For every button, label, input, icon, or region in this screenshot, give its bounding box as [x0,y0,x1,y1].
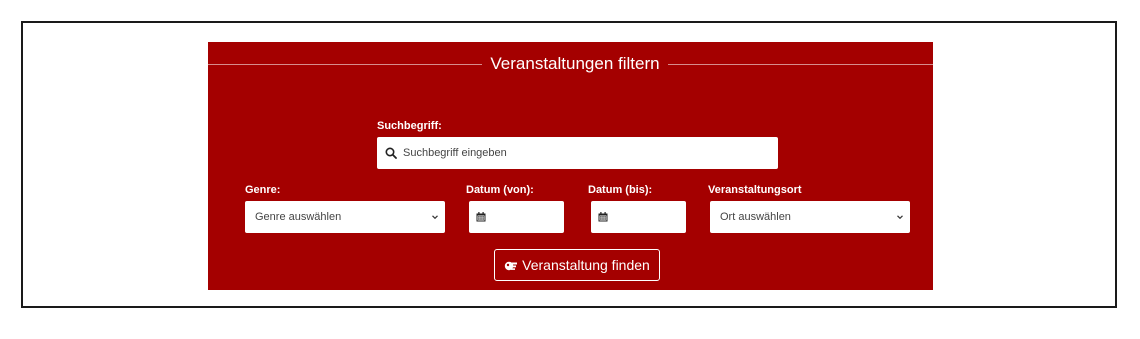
genre-select[interactable]: Genre auswählen [245,201,445,233]
genre-label: Genre: [245,184,281,196]
chevron-down-icon [430,212,440,222]
date-from-label: Datum (von): [466,184,534,196]
venue-selected-value: Ort auswählen [720,211,791,223]
calendar-icon [598,212,608,222]
search-label: Suchbegriff: [377,120,442,132]
find-event-button[interactable]: Veranstaltung finden [494,249,660,281]
chevron-down-icon [895,212,905,222]
genre-selected-value: Genre auswählen [255,211,342,223]
search-icon [385,147,397,159]
filter-panel: Veranstaltungen filtern Suchbegriff: Suc… [208,42,933,290]
filter-legend: Veranstaltungen filtern [490,54,660,73]
legend-divider-right [668,64,933,65]
calendar-icon [476,212,486,222]
venue-select[interactable]: Ort auswählen [710,201,910,233]
search-placeholder: Suchbegriff eingeben [403,147,507,159]
search-input[interactable]: Suchbegriff eingeben [377,137,778,169]
date-to-label: Datum (bis): [588,184,653,196]
hand-pointer-icon [504,259,518,271]
find-event-button-label: Veranstaltung finden [522,257,650,273]
date-to-input[interactable] [591,201,686,233]
legend-divider-left [208,64,482,65]
venue-label: Veranstaltungsort [708,184,802,196]
date-from-input[interactable] [469,201,564,233]
